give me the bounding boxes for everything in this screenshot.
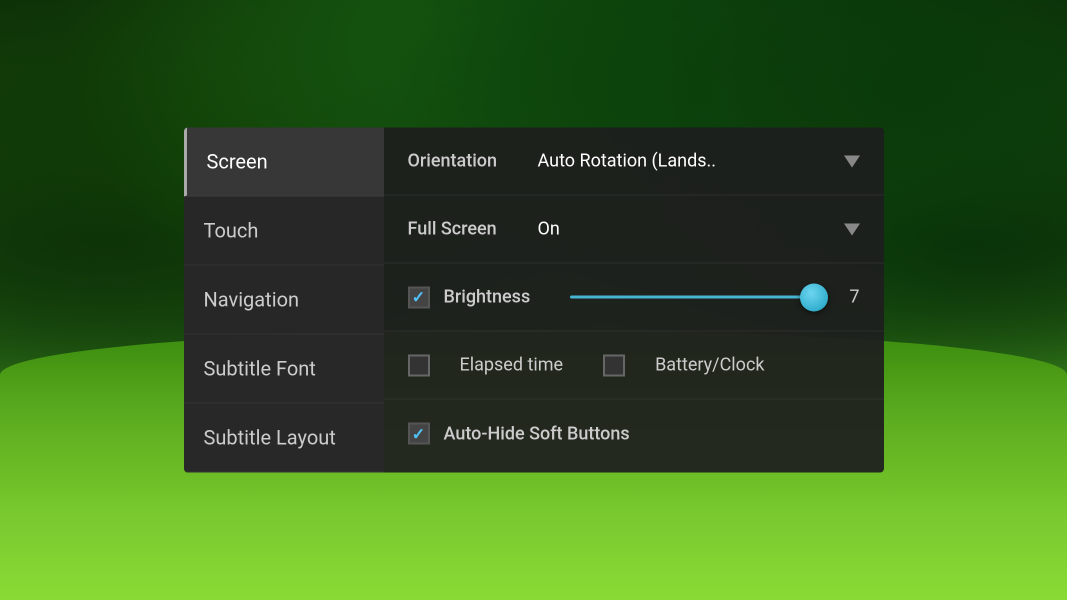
battery-clock-label: Battery/Clock <box>655 355 764 376</box>
sidebar-item-label: Touch <box>204 219 259 243</box>
orientation-row: Orientation Auto Rotation (Lands.. <box>384 128 884 196</box>
brightness-slider-container <box>570 296 824 299</box>
sidebar-item-label: Navigation <box>204 288 300 312</box>
sidebar-item-screen[interactable]: Screen <box>184 128 384 197</box>
brightness-checkbox[interactable]: ✓ <box>408 286 430 308</box>
orientation-value: Auto Rotation (Lands.. <box>538 151 717 172</box>
orientation-dropdown[interactable]: Auto Rotation (Lands.. <box>538 151 860 172</box>
options-row: Elapsed time Battery/Clock <box>384 332 884 400</box>
autohide-row: ✓ Auto-Hide Soft Buttons <box>384 400 884 468</box>
sidebar-item-label: Screen <box>207 150 268 174</box>
sidebar-item-navigation[interactable]: Navigation <box>184 266 384 335</box>
brightness-row: ✓ Brightness 7 <box>384 264 884 332</box>
elapsed-time-label: Elapsed time <box>460 355 564 376</box>
sidebar-item-label: Subtitle Layout <box>204 426 336 450</box>
brightness-slider-thumb[interactable] <box>800 283 828 311</box>
fullscreen-row: Full Screen On <box>384 196 884 264</box>
sidebar-item-subtitle-layout[interactable]: Subtitle Layout <box>184 404 384 473</box>
brightness-checkmark: ✓ <box>412 288 425 307</box>
sidebar-item-label: Subtitle Font <box>204 357 316 381</box>
autohide-checkbox[interactable]: ✓ <box>408 423 430 445</box>
autohide-label: Auto-Hide Soft Buttons <box>444 423 630 444</box>
elapsed-time-checkbox[interactable] <box>408 354 430 376</box>
settings-panel: Screen Touch Navigation Subtitle Font Su… <box>184 128 884 473</box>
brightness-slider-track[interactable] <box>570 296 824 299</box>
fullscreen-dropdown[interactable]: On <box>538 219 860 240</box>
sidebar: Screen Touch Navigation Subtitle Font Su… <box>184 128 384 473</box>
sidebar-item-touch[interactable]: Touch <box>184 197 384 266</box>
fullscreen-dropdown-arrow <box>844 223 860 235</box>
orientation-label: Orientation <box>408 151 538 172</box>
orientation-dropdown-arrow <box>844 155 860 167</box>
autohide-checkmark: ✓ <box>412 424 425 443</box>
battery-clock-checkbox[interactable] <box>603 354 625 376</box>
fullscreen-value: On <box>538 219 560 240</box>
content-area: Orientation Auto Rotation (Lands.. Full … <box>384 128 884 473</box>
fullscreen-label: Full Screen <box>408 219 538 240</box>
sidebar-item-subtitle-font[interactable]: Subtitle Font <box>184 335 384 404</box>
brightness-value: 7 <box>840 287 860 308</box>
brightness-label: Brightness <box>444 287 554 308</box>
